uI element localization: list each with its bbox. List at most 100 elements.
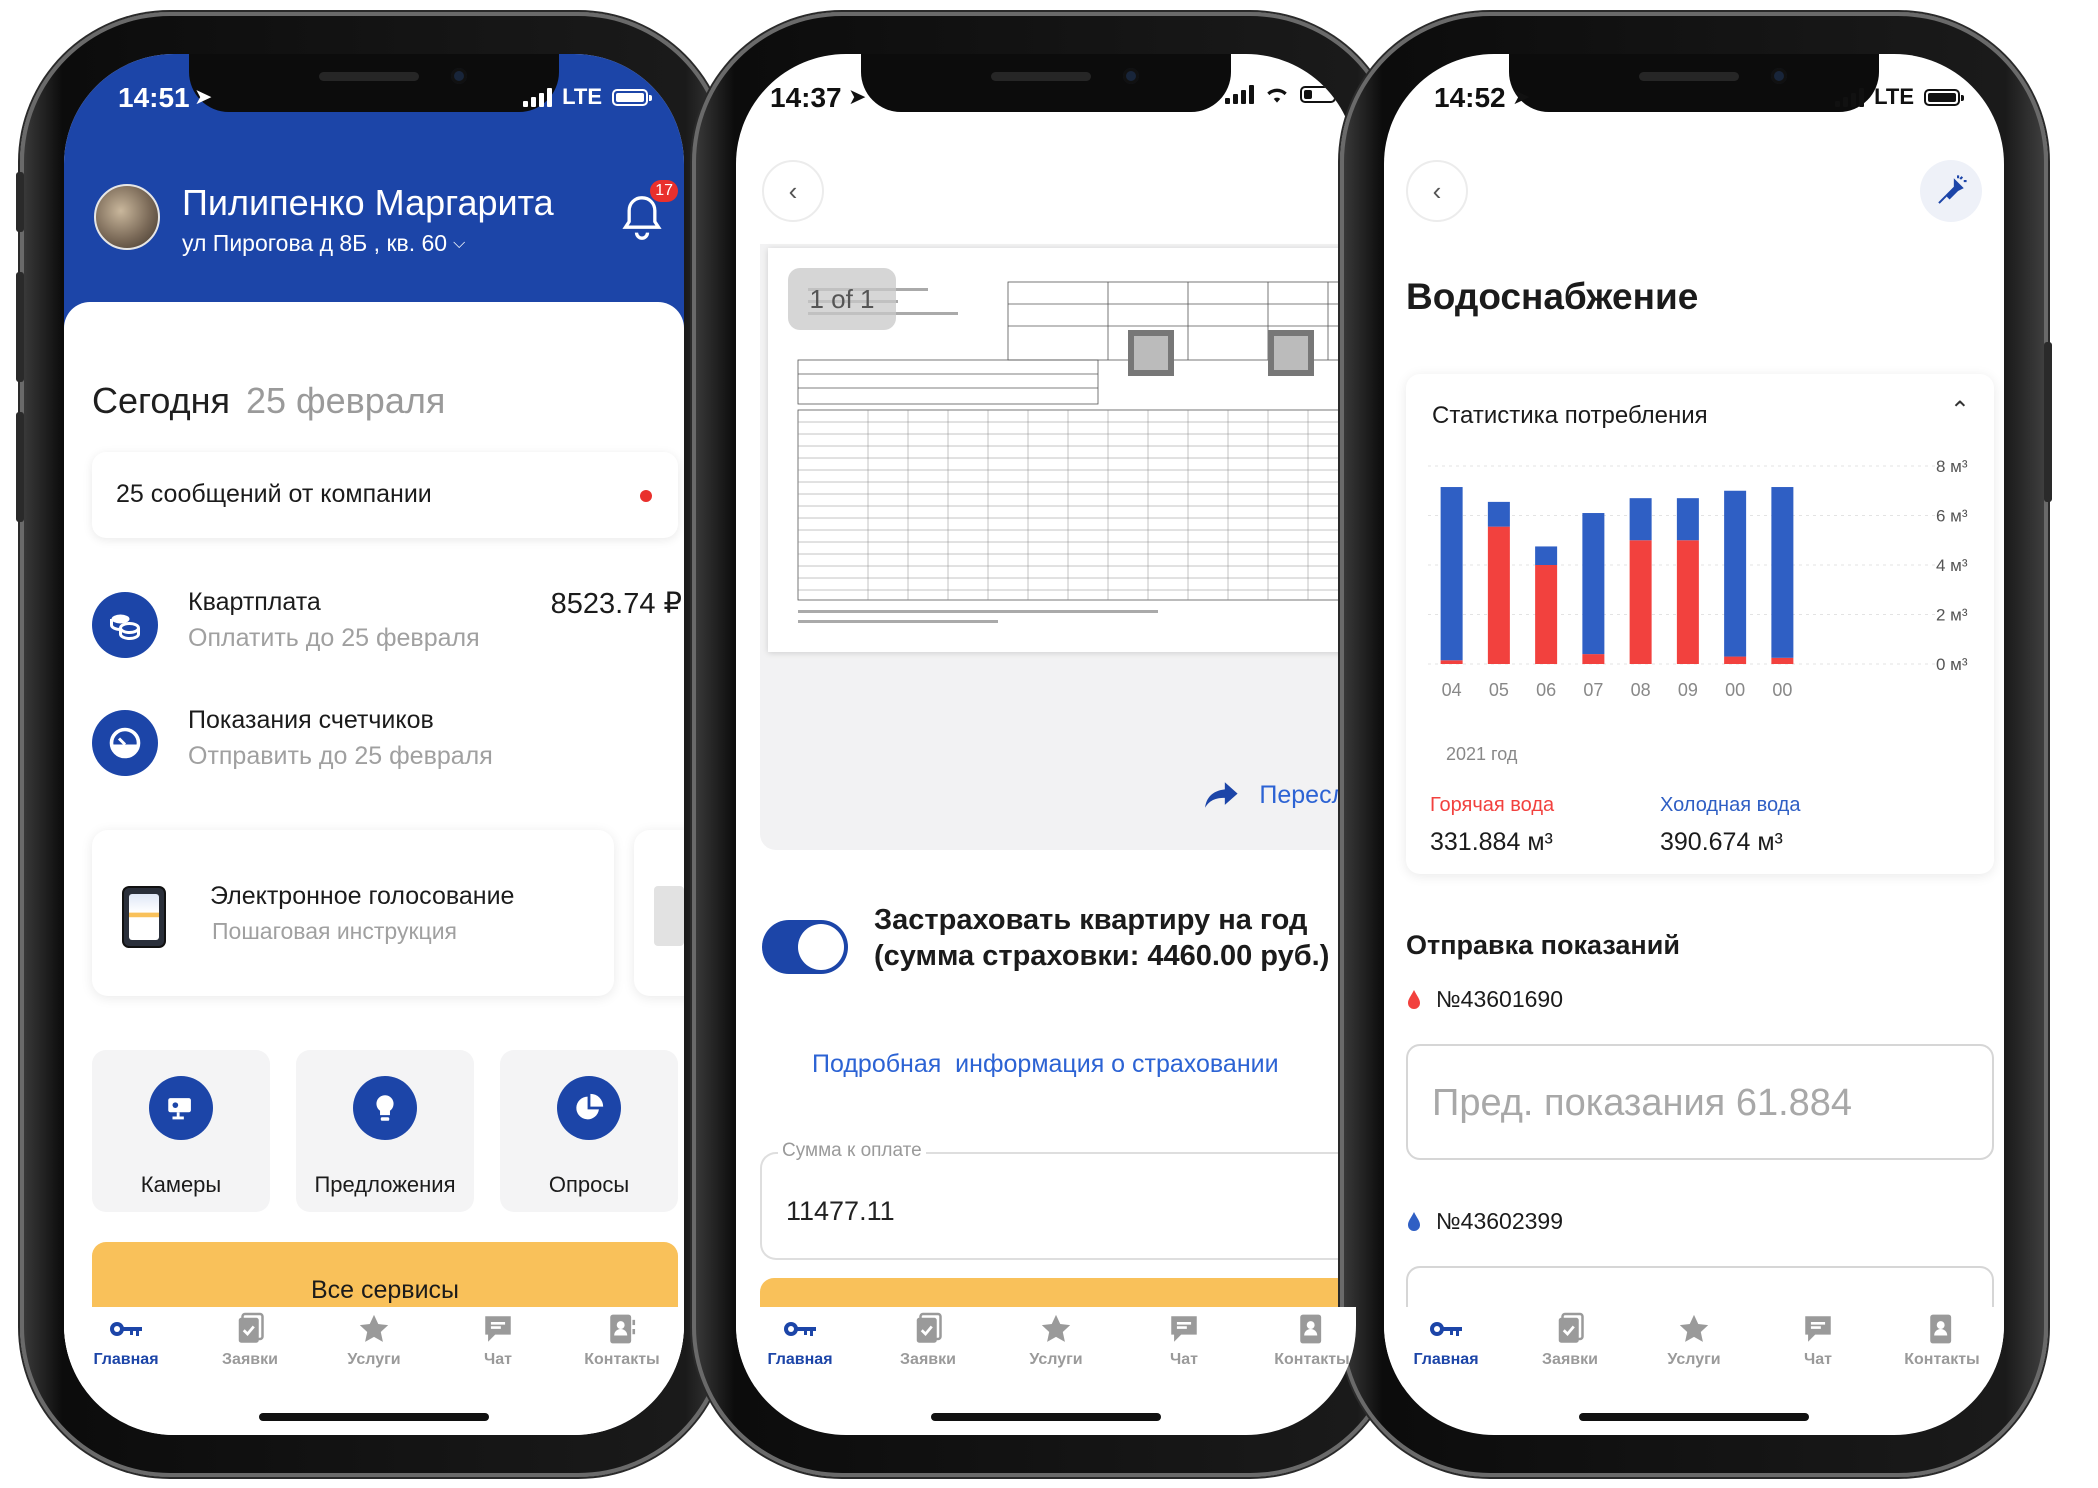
- phone-2: 14:37 ➤ ‹ 1 of 1 Пересл Застраховать ква…: [692, 12, 1400, 1477]
- clipboard-check-icon: [238, 1312, 264, 1343]
- tab-home[interactable]: Главная: [736, 1307, 864, 1387]
- voting-card-next[interactable]: [634, 830, 684, 996]
- tab-label: Заявки: [900, 1351, 956, 1368]
- tab-chat[interactable]: Чат: [436, 1307, 560, 1387]
- tab-services[interactable]: Услуги: [312, 1307, 436, 1387]
- bar-segment: [1535, 565, 1558, 664]
- y-tick-label: 0 м³: [1936, 655, 1968, 674]
- rent-title: Квартплата: [188, 588, 321, 616]
- share-arrow-icon: [1205, 782, 1238, 808]
- battery-icon: [1300, 85, 1340, 103]
- tab-label: Услуги: [347, 1351, 401, 1368]
- page-counter-badge: 1 of 1: [788, 268, 896, 330]
- chevron-up-icon[interactable]: ⌃: [1950, 396, 1970, 425]
- tab-label: Контакты: [1904, 1351, 1980, 1368]
- unread-dot: [640, 490, 652, 502]
- address-selector[interactable]: ул Пирогова д 8Б , кв. 60 ⌵: [182, 230, 465, 257]
- tab-bar: Главная Заявки Услуги Чат Контакты: [736, 1307, 1356, 1387]
- y-tick-label: 4 м³: [1936, 556, 1968, 575]
- bar-segment: [1676, 498, 1699, 541]
- back-button[interactable]: ‹: [762, 160, 824, 222]
- tab-contacts[interactable]: Контакты: [560, 1307, 684, 1387]
- bar-segment: [1582, 513, 1605, 655]
- tab-requests[interactable]: Заявки: [188, 1307, 312, 1387]
- screen-receipt: 14:37 ➤ ‹ 1 of 1 Пересл Застраховать ква…: [736, 54, 1356, 1435]
- forward-button[interactable]: Переслать: [1205, 780, 1356, 810]
- battery-icon: [612, 88, 652, 106]
- location-arrow-icon: ➤: [848, 84, 867, 109]
- rent-row[interactable]: Квартплата Оплатить до 25 февраля 8523.7…: [92, 584, 682, 674]
- network-type: LTE: [1874, 84, 1914, 109]
- key-icon: [1430, 1322, 1462, 1336]
- tab-contacts[interactable]: Контакты: [1880, 1307, 2004, 1387]
- send-readings-title: Отправка показаний: [1406, 930, 1680, 960]
- screen-home: 14:51 ➤ LTE Пилипенко Маргарита ул Пирог…: [64, 54, 684, 1435]
- bar-segment: [1724, 656, 1747, 664]
- flashlight-button[interactable]: [1920, 160, 1982, 222]
- tab-services[interactable]: Услуги: [992, 1307, 1120, 1387]
- screen-water: 14:52 ➤ LTE ‹ Водоснабжение Статистика п…: [1384, 54, 2004, 1435]
- status-time: 14:51: [118, 82, 190, 113]
- year-label: 2021 год: [1446, 744, 1518, 764]
- tab-requests[interactable]: Заявки: [864, 1307, 992, 1387]
- avatar[interactable]: [94, 184, 160, 250]
- rent-amount: 8523.74 ₽: [550, 588, 682, 620]
- bar-segment: [1535, 546, 1558, 565]
- x-tick-label: 06: [1536, 680, 1556, 700]
- today-label: Сегодня: [92, 380, 230, 421]
- location-arrow-icon: ➤: [194, 84, 213, 109]
- bell-button[interactable]: 17: [620, 180, 678, 244]
- voting-card[interactable]: Электронное голосование Пошаговая инстру…: [92, 830, 614, 996]
- today-heading: Сегодня 25 февраля: [92, 380, 445, 422]
- service-label: Камеры: [140, 1172, 222, 1197]
- tab-label: Чат: [484, 1351, 512, 1368]
- tab-bar: Главная Заявки Услуги Чат Контакты: [1384, 1307, 2004, 1387]
- tab-home[interactable]: Главная: [64, 1307, 188, 1387]
- tab-label: Главная: [1413, 1351, 1479, 1368]
- meter-hot-input[interactable]: Пред. показания 61.884: [1406, 1044, 1994, 1160]
- star-icon: [1041, 1314, 1071, 1342]
- tab-chat[interactable]: Чат: [1756, 1307, 1880, 1387]
- insurance-text: Застраховать квартиру на год (сумма стра…: [874, 904, 1330, 972]
- signal-icon: [523, 87, 553, 107]
- insurance-info-link[interactable]: Подробная информация о страховании: [812, 1050, 1279, 1079]
- amount-field[interactable]: Сумма к оплате 11477.11: [760, 1140, 1356, 1260]
- contacts-icon: [1930, 1314, 1952, 1344]
- tab-contacts[interactable]: Контакты: [1248, 1307, 1356, 1387]
- tab-label: Заявки: [1542, 1351, 1598, 1368]
- tab-label: Услуги: [1029, 1351, 1083, 1368]
- messages-card[interactable]: 25 сообщений от компании: [92, 452, 678, 538]
- meters-row[interactable]: Показания счетчиков Отправить до 25 февр…: [92, 702, 682, 792]
- tab-label: Главная: [767, 1351, 833, 1368]
- meter-hot: №43601690: [1406, 986, 1563, 1013]
- wifi-icon: [1267, 88, 1287, 103]
- service-tile-polls[interactable]: Опросы: [500, 1050, 678, 1212]
- network-type: LTE: [562, 84, 602, 109]
- tab-home[interactable]: Главная: [1384, 1307, 1508, 1387]
- home-indicator: [259, 1413, 489, 1421]
- tab-requests[interactable]: Заявки: [1508, 1307, 1632, 1387]
- service-tile-suggestions[interactable]: Предложения: [296, 1050, 474, 1212]
- stats-card: Статистика потребления ⌃ 0 м³ 2 м³ 4 м³ 6 м…: [1406, 374, 1994, 874]
- today-date: 25 февраля: [246, 380, 446, 421]
- tab-services[interactable]: Услуги: [1632, 1307, 1756, 1387]
- chat-icon: [485, 1316, 511, 1342]
- signal-icon: [1225, 84, 1254, 104]
- cold-water-value: 390.674 м³: [1660, 828, 1783, 856]
- status-time: 14:52: [1434, 82, 1506, 113]
- service-label: Предложения: [314, 1172, 456, 1197]
- coins-icon: [92, 592, 158, 658]
- toggle-knob: [798, 924, 844, 970]
- key-icon: [110, 1322, 142, 1336]
- service-tile-cameras[interactable]: Камеры: [92, 1050, 270, 1212]
- back-button[interactable]: ‹: [1406, 160, 1468, 222]
- tab-chat[interactable]: Чат: [1120, 1307, 1248, 1387]
- receipt-preview[interactable]: 1 of 1 Переслать: [760, 244, 1356, 850]
- bar-segment: [1487, 501, 1510, 527]
- bar-segment: [1629, 540, 1652, 664]
- insurance-toggle[interactable]: [762, 920, 848, 974]
- blue-drop-icon: [1408, 1211, 1420, 1231]
- clipboard-check-icon: [916, 1312, 942, 1343]
- tab-bar: Главная Заявки Услуги Чат Контакты: [64, 1307, 684, 1387]
- home-indicator: [931, 1413, 1161, 1421]
